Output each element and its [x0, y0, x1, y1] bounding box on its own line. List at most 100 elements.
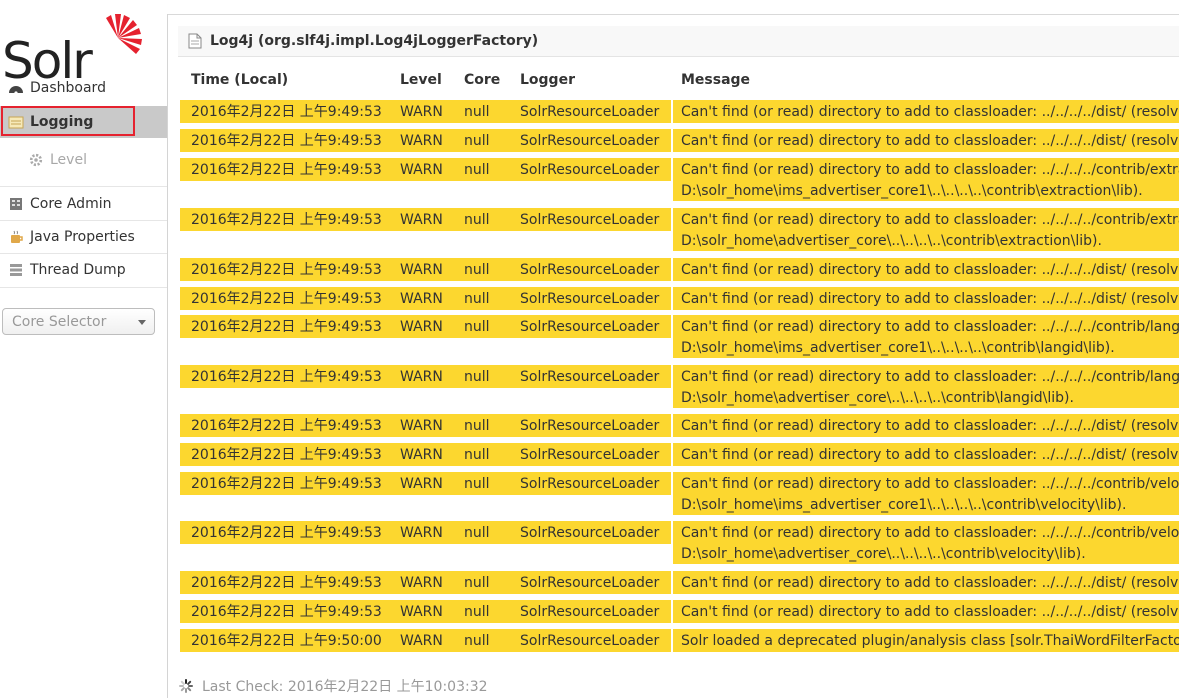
cell-time: 2016年2月22日 上午9:49:53	[191, 604, 382, 620]
cell-logger: SolrResourceLoader	[520, 476, 660, 492]
cell-level: WARN	[400, 104, 443, 120]
sidebar-border	[167, 14, 168, 698]
cell-time: 2016年2月22日 上午9:49:53	[191, 212, 382, 228]
cell-message[interactable]: Can't find (or read) directory to add to…	[681, 417, 1179, 435]
dashboard-icon	[9, 86, 23, 95]
cell-level: WARN	[400, 262, 443, 278]
cell-message[interactable]: Can't find (or read) directory to add to…	[681, 475, 1179, 493]
cell-message-continued[interactable]: D:\solr_home\advertiser_core\..\..\..\..…	[681, 232, 1179, 250]
cell-message-continued[interactable]: D:\solr_home\advertiser_core\..\..\..\..…	[681, 545, 1179, 563]
cell-time: 2016年2月22日 上午9:49:53	[191, 447, 382, 463]
column-header-logger[interactable]: Logger	[520, 72, 674, 88]
column-header-core[interactable]: Core	[464, 72, 514, 88]
cell-level: WARN	[400, 525, 443, 541]
cell-logger: SolrResourceLoader	[520, 525, 660, 541]
cell-message[interactable]: Can't find (or read) directory to add to…	[681, 103, 1179, 121]
thread-dump-icon	[10, 264, 22, 276]
cell-core: null	[464, 319, 490, 335]
cell-logger: SolrResourceLoader	[520, 319, 660, 335]
cell-message-continued[interactable]: D:\solr_home\ims_advertiser_core1\..\..\…	[681, 496, 1179, 514]
document-icon	[188, 33, 202, 49]
cell-message[interactable]: Can't find (or read) directory to add to…	[681, 368, 1179, 386]
cell-core: null	[464, 212, 490, 228]
cell-level: WARN	[400, 291, 443, 307]
cell-level: WARN	[400, 162, 443, 178]
cell-message[interactable]: Can't find (or read) directory to add to…	[681, 261, 1179, 279]
cell-core: null	[464, 525, 490, 541]
sidebar-item-label: Level	[50, 152, 87, 168]
core-selector-dropdown[interactable]: Core Selector	[2, 308, 155, 335]
sidebar-item-label: Dashboard	[30, 80, 106, 96]
sidebar-item-level[interactable]: Level	[0, 144, 167, 176]
cell-level: WARN	[400, 633, 443, 649]
cell-logger: SolrResourceLoader	[520, 447, 660, 463]
loading-spinner-icon	[179, 679, 193, 693]
sidebar-divider	[0, 287, 167, 288]
cell-logger: SolrResourceLoader	[520, 291, 660, 307]
cell-time: 2016年2月22日 上午9:49:53	[191, 575, 382, 591]
cell-core: null	[464, 418, 490, 434]
cell-logger: SolrResourceLoader	[520, 418, 660, 434]
cell-core: null	[464, 476, 490, 492]
core-admin-icon	[10, 198, 22, 210]
cell-logger: SolrResourceLoader	[520, 604, 660, 620]
cell-core: null	[464, 133, 490, 149]
cell-message[interactable]: Can't find (or read) directory to add to…	[681, 211, 1179, 229]
cell-logger: SolrResourceLoader	[520, 104, 660, 120]
column-header-level[interactable]: Level	[400, 72, 456, 88]
cell-time: 2016年2月22日 上午9:49:53	[191, 133, 382, 149]
cell-time: 2016年2月22日 上午9:49:53	[191, 525, 382, 541]
sidebar-item-thread-dump[interactable]: Thread Dump	[0, 254, 167, 286]
cell-time: 2016年2月22日 上午9:49:53	[191, 369, 382, 385]
cell-logger: SolrResourceLoader	[520, 633, 660, 649]
cell-message[interactable]: Can't find (or read) directory to add to…	[681, 132, 1179, 150]
cell-core: null	[464, 369, 490, 385]
sidebar-item-java-properties[interactable]: Java Properties	[0, 221, 167, 253]
cell-time: 2016年2月22日 上午9:49:53	[191, 291, 382, 307]
cell-message-continued[interactable]: D:\solr_home\ims_advertiser_core1\..\..\…	[681, 182, 1179, 200]
cell-core: null	[464, 575, 490, 591]
cell-message[interactable]: Can't find (or read) directory to add to…	[681, 574, 1179, 592]
cell-time: 2016年2月22日 上午9:49:53	[191, 476, 382, 492]
cell-level: WARN	[400, 212, 443, 228]
selection-highlight	[1, 106, 135, 136]
cell-core: null	[464, 162, 490, 178]
chevron-down-icon	[138, 320, 146, 325]
last-check-text: Last Check: 2016年2月22日 上午10:03:32	[202, 679, 488, 695]
cell-time: 2016年2月22日 上午9:49:53	[191, 319, 382, 335]
cell-message[interactable]: Can't find (or read) directory to add to…	[681, 290, 1179, 308]
cell-level: WARN	[400, 418, 443, 434]
cell-message-continued[interactable]: D:\solr_home\ims_advertiser_core1\..\..\…	[681, 339, 1179, 357]
core-selector-label: Core Selector	[12, 313, 107, 330]
cell-message[interactable]: Can't find (or read) directory to add to…	[681, 524, 1179, 542]
cell-message[interactable]: Can't find (or read) directory to add to…	[681, 603, 1179, 621]
sidebar-item-logging[interactable]: Logging	[0, 106, 167, 138]
cell-message[interactable]: Can't find (or read) directory to add to…	[681, 318, 1179, 336]
cell-message-continued[interactable]: D:\solr_home\advertiser_core\..\..\..\..…	[681, 389, 1179, 407]
sidebar: Solr Dashboard Logging Level Core Admin …	[0, 0, 168, 698]
cell-level: WARN	[400, 604, 443, 620]
java-icon	[11, 230, 23, 243]
column-header-message[interactable]: Message	[681, 72, 1179, 88]
cell-level: WARN	[400, 133, 443, 149]
cell-message[interactable]: Can't find (or read) directory to add to…	[681, 446, 1179, 464]
cell-logger: SolrResourceLoader	[520, 133, 660, 149]
gear-icon	[29, 153, 43, 167]
sidebar-item-label: Thread Dump	[30, 262, 126, 278]
sidebar-item-dashboard[interactable]: Dashboard	[0, 78, 167, 98]
cell-logger: SolrResourceLoader	[520, 162, 660, 178]
column-header-time[interactable]: Time (Local)	[191, 72, 391, 88]
sidebar-item-core-admin[interactable]: Core Admin	[0, 188, 167, 220]
solr-sun-icon	[106, 14, 142, 54]
cell-message[interactable]: Can't find (or read) directory to add to…	[681, 161, 1179, 179]
cell-time: 2016年2月22日 上午9:50:00	[191, 633, 382, 649]
cell-logger: SolrResourceLoader	[520, 575, 660, 591]
cell-level: WARN	[400, 447, 443, 463]
cell-core: null	[464, 104, 490, 120]
cell-level: WARN	[400, 369, 443, 385]
main-top-border	[168, 14, 1179, 15]
cell-message[interactable]: Solr loaded a deprecated plugin/analysis…	[681, 632, 1179, 650]
cell-time: 2016年2月22日 上午9:49:53	[191, 104, 382, 120]
cell-level: WARN	[400, 319, 443, 335]
last-check-status: Last Check: 2016年2月22日 上午10:03:32	[178, 676, 488, 696]
